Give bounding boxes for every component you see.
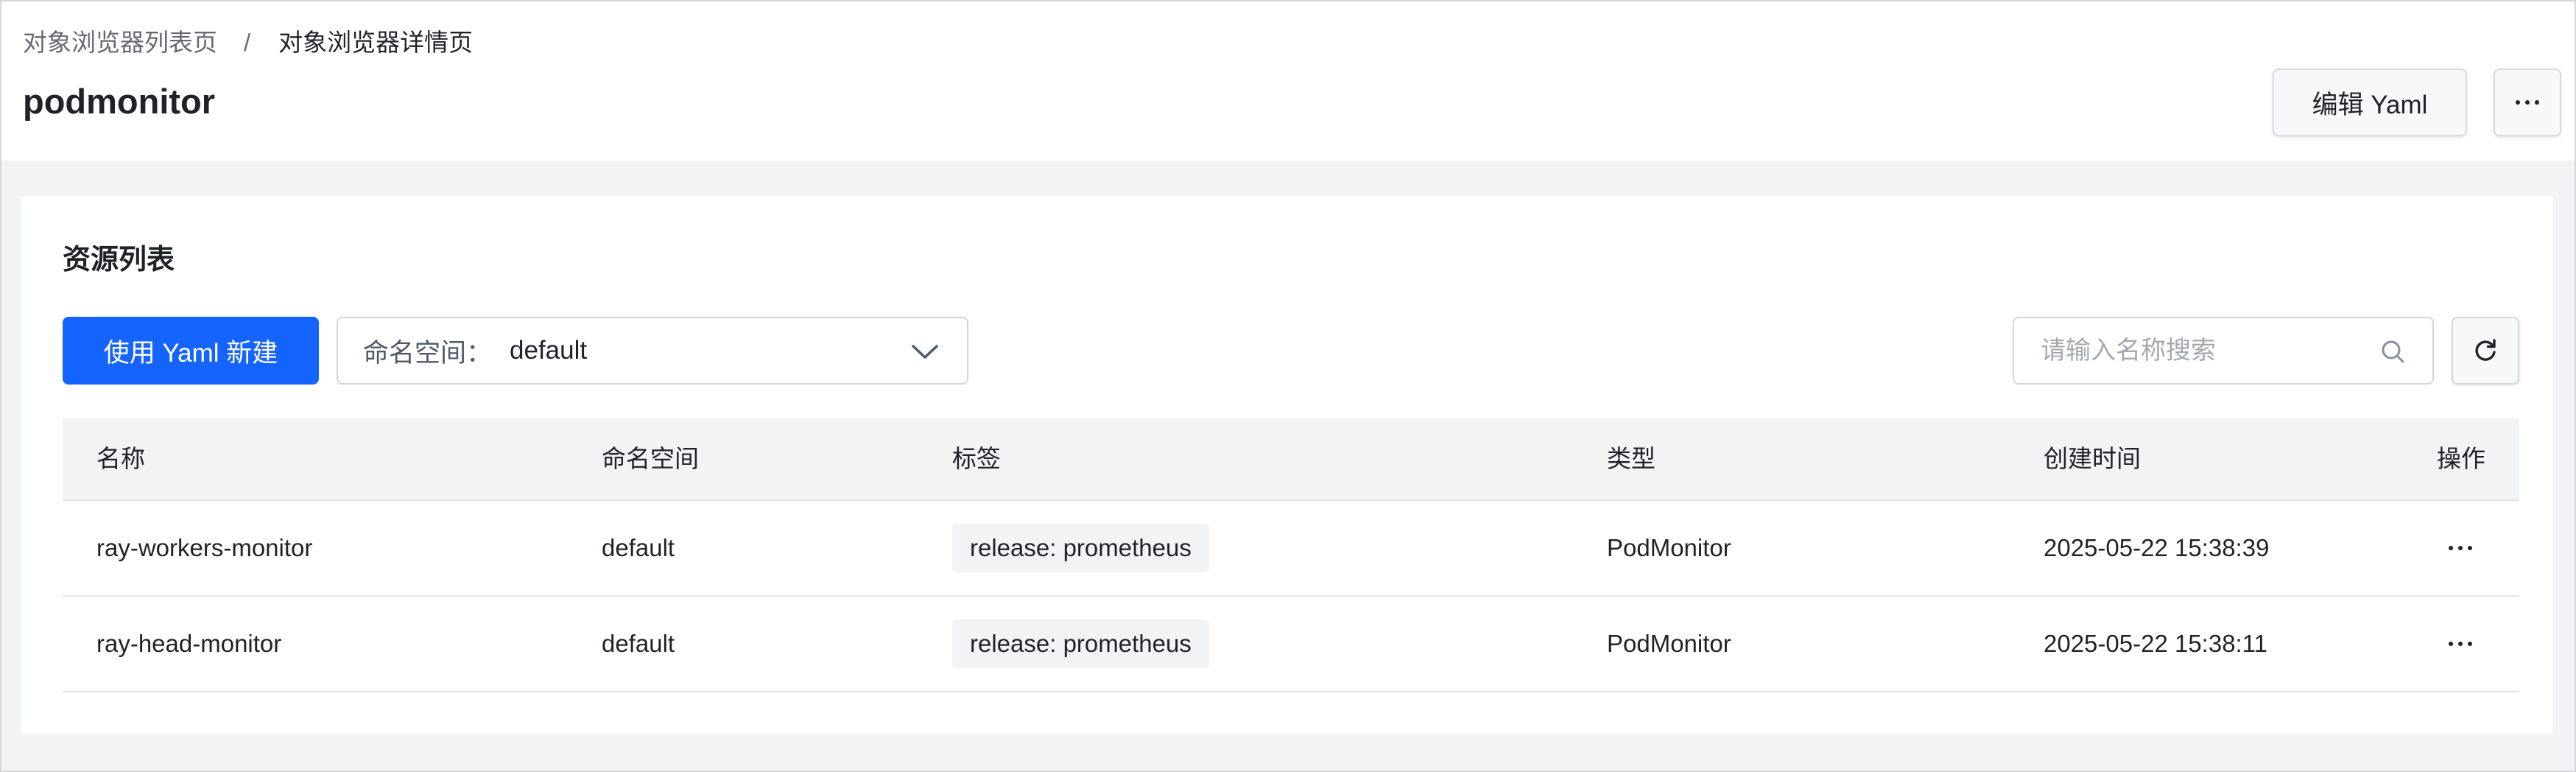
column-header-name: 名称	[96, 445, 145, 472]
namespace-select-prefix: 命名空间：	[363, 338, 493, 368]
row-type: PodMonitor	[1607, 534, 1731, 561]
column-header-labels: 标签	[952, 445, 1001, 472]
column-header-type: 类型	[1607, 445, 1655, 472]
section-title: 资源列表	[63, 245, 175, 276]
breadcrumb-parent-link[interactable]: 对象浏览器列表页	[23, 27, 217, 59]
row-created-time: 2025-05-22 15:38:11	[2044, 630, 2267, 657]
resource-table: 名称 命名空间 标签 类型 创建时间 操作 ray-workers-monito…	[63, 418, 2519, 692]
more-horizontal-icon	[2516, 100, 2539, 105]
row-more-button[interactable]	[2440, 535, 2481, 561]
row-name[interactable]: ray-workers-monitor	[96, 501, 312, 595]
edit-yaml-button[interactable]: 编辑 Yaml	[2273, 69, 2467, 136]
row-label-tag: release: prometheus	[952, 620, 1209, 668]
row-created-time: 2025-05-22 15:38:39	[2044, 534, 2270, 561]
chevron-down-icon	[912, 345, 938, 359]
column-header-created: 创建时间	[2044, 445, 2141, 472]
refresh-icon	[2475, 339, 2496, 361]
table-row: ray-workers-monitor default release: pro…	[63, 501, 2519, 597]
search-icon[interactable]	[2379, 338, 2406, 365]
namespace-select[interactable]: 命名空间： default	[337, 317, 968, 385]
create-with-yaml-label: 使用 Yaml 新建	[103, 338, 278, 368]
breadcrumb: 对象浏览器列表页 / 对象浏览器详情页	[23, 27, 473, 59]
row-namespace: default	[602, 630, 675, 657]
search-input[interactable]	[2041, 336, 2365, 365]
edit-yaml-label: 编辑 Yaml	[2312, 90, 2428, 119]
row-name[interactable]: ray-head-monitor	[96, 597, 281, 691]
app-frame: 对象浏览器列表页 / 对象浏览器详情页 podmonitor 编辑 Yaml 资…	[0, 0, 2576, 772]
namespace-select-value: default	[510, 336, 588, 365]
page-title: podmonitor	[23, 82, 216, 121]
more-actions-button[interactable]	[2494, 69, 2561, 136]
row-label-tag: release: prometheus	[952, 524, 1209, 572]
search-box	[2013, 317, 2434, 385]
table-row: ray-head-monitor default release: promet…	[63, 597, 2519, 692]
row-namespace: default	[602, 534, 675, 561]
breadcrumb-separator: /	[244, 29, 251, 56]
row-more-button[interactable]	[2440, 631, 2481, 657]
row-type: PodMonitor	[1607, 630, 1731, 657]
page-header: 对象浏览器列表页 / 对象浏览器详情页 podmonitor 编辑 Yaml	[1, 1, 2575, 161]
table-header: 名称 命名空间 标签 类型 创建时间 操作	[63, 418, 2519, 501]
refresh-button[interactable]	[2452, 317, 2519, 385]
column-header-actions: 操作	[2437, 445, 2485, 472]
column-header-namespace: 命名空间	[602, 445, 699, 472]
breadcrumb-current: 对象浏览器详情页	[278, 29, 474, 56]
resource-list-card: 资源列表 使用 Yaml 新建 命名空间： default 请输入名称搜索 名称…	[21, 196, 2553, 734]
more-horizontal-icon	[2449, 642, 2472, 646]
create-with-yaml-button[interactable]: 使用 Yaml 新建	[63, 317, 319, 385]
more-horizontal-icon	[2449, 546, 2472, 550]
